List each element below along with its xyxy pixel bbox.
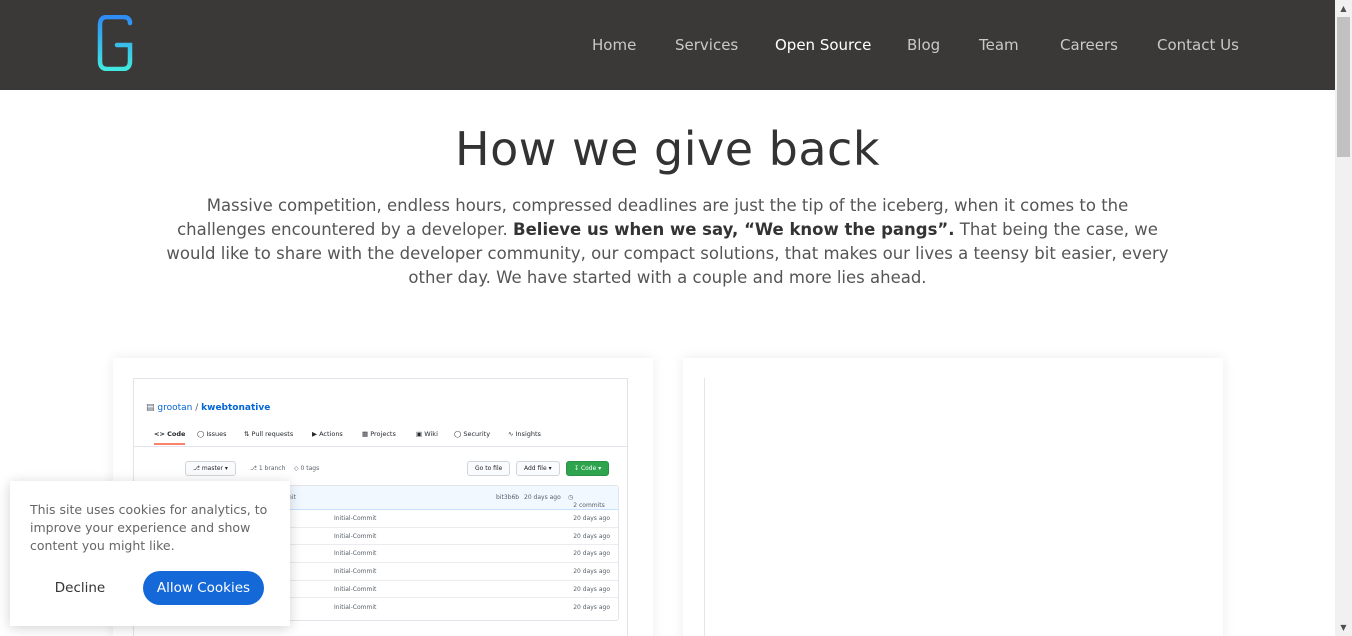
repo-owner: grootan: [157, 403, 193, 413]
nav-contact-us[interactable]: Contact Us: [1157, 36, 1239, 54]
nav-services[interactable]: Services: [675, 36, 738, 54]
repo-tab-code: <> Code: [154, 430, 186, 445]
scroll-up-arrow-icon[interactable]: ▲: [1335, 0, 1352, 17]
branch-select: ⎇ master ▾: [185, 461, 236, 476]
nav-open-source[interactable]: Open Source: [775, 36, 871, 54]
main-nav: Home Services Open Source Blog Team Care…: [0, 0, 1335, 90]
allow-cookies-button[interactable]: Allow Cookies: [143, 571, 264, 605]
nav-careers[interactable]: Careers: [1060, 36, 1118, 54]
repo-tab-actions: ▶ Actions: [312, 430, 343, 438]
nav-team[interactable]: Team: [979, 36, 1019, 54]
go-to-file-button: Go to file: [467, 461, 511, 476]
book-icon: ▤: [146, 403, 155, 413]
repo-path-separator: /: [192, 403, 202, 413]
repo-tab-pull-requests: ⇅ Pull requests: [244, 430, 294, 438]
repo-tab-projects: ▦ Projects: [362, 430, 396, 438]
latest-commit-author: bit3b6b: [496, 494, 520, 501]
repo-tab-wiki: ▣ Wiki: [416, 430, 438, 438]
repo-tab-security: ◯ Security: [454, 430, 491, 438]
scroll-down-arrow-icon[interactable]: ▼: [1335, 619, 1352, 636]
intro-paragraph: Massive competition, endless hours, comp…: [165, 194, 1170, 290]
add-file-button: Add file ▾: [516, 461, 560, 476]
cookie-message: This site uses cookies for analytics, to…: [30, 502, 268, 553]
tag-count: ◇ 0 tags: [294, 465, 320, 472]
card-divider: [704, 378, 705, 636]
nav-home[interactable]: Home: [592, 36, 636, 54]
repo-tab-insights: ∿ Insights: [508, 430, 541, 438]
repo-path: ▤ grootan / kwebtonative: [146, 403, 270, 413]
latest-commit-age: 20 days ago: [524, 494, 561, 501]
commit-count: ◷ 2 commits: [568, 494, 605, 509]
repo-tab-issues: ◯ Issues: [197, 430, 227, 438]
nav-blog[interactable]: Blog: [907, 36, 940, 54]
decline-cookies-button[interactable]: Decline: [30, 571, 130, 605]
project-card-2[interactable]: [683, 358, 1223, 636]
repo-tabs: <> Code ◯ Issues ⇅ Pull requests ▶ Actio…: [134, 427, 627, 447]
site-header: Home Services Open Source Blog Team Care…: [0, 0, 1335, 90]
scrollbar-thumb[interactable]: [1337, 17, 1350, 157]
branch-count: ⎇ 1 branch: [250, 465, 286, 472]
intro-text-emphasis: Believe us when we say, “We know the pan…: [513, 220, 955, 239]
page-scrollbar[interactable]: ▲ ▼: [1335, 0, 1352, 636]
cookie-banner: This site uses cookies for analytics, to…: [10, 481, 290, 626]
code-download-button: ↧ Code ▾: [566, 461, 610, 476]
repo-name: kwebtonative: [201, 403, 271, 413]
page-title: How we give back: [455, 122, 880, 176]
